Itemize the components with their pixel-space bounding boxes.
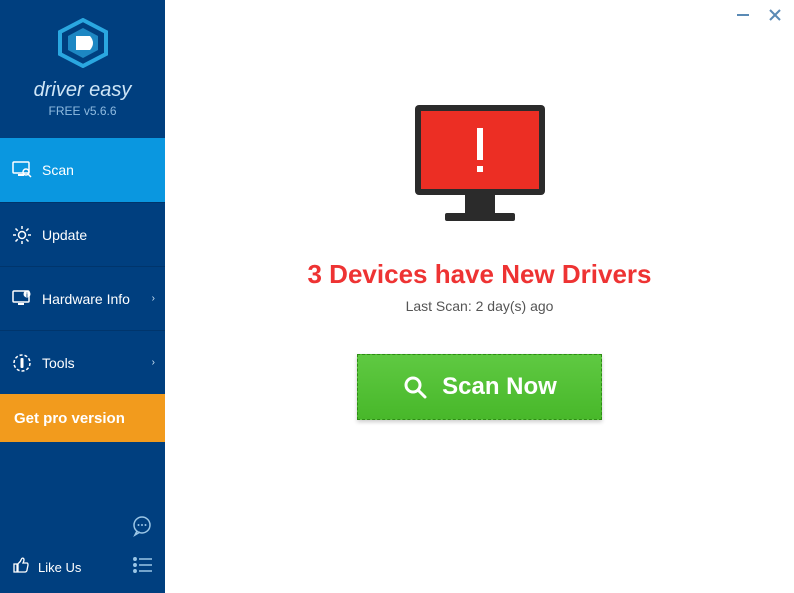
nav-label: Update bbox=[42, 227, 87, 243]
minimize-button[interactable] bbox=[734, 6, 752, 24]
content-area: 3 Devices have New Drivers Last Scan: 2 … bbox=[165, 0, 794, 420]
window-controls bbox=[734, 6, 784, 24]
pro-button-label: Get pro version bbox=[14, 410, 125, 427]
last-scan-text: Last Scan: 2 day(s) ago bbox=[406, 298, 554, 314]
brand-text: driver easy bbox=[0, 79, 165, 102]
menu-list-icon[interactable] bbox=[133, 557, 153, 578]
nav-label: Scan bbox=[42, 162, 74, 178]
logo-area: driver easy FREE v5.6.6 bbox=[0, 0, 165, 128]
nav-label: Hardware Info bbox=[42, 291, 130, 307]
sidebar-item-hardware-info[interactable]: i Hardware Info › bbox=[0, 266, 165, 330]
gear-icon bbox=[12, 225, 32, 245]
scan-result-headline: 3 Devices have New Drivers bbox=[308, 259, 652, 290]
close-button[interactable] bbox=[766, 6, 784, 24]
chevron-right-icon: › bbox=[152, 357, 155, 368]
like-us-label: Like Us bbox=[38, 560, 81, 575]
nav: Scan Update i Hardware Info › Tools › Ge… bbox=[0, 138, 165, 505]
sidebar: driver easy FREE v5.6.6 Scan Update i Ha… bbox=[0, 0, 165, 593]
sidebar-item-update[interactable]: Update bbox=[0, 202, 165, 266]
search-icon bbox=[402, 374, 428, 400]
feedback-icon[interactable] bbox=[131, 515, 153, 542]
app-logo-icon bbox=[56, 18, 110, 73]
version-text: FREE v5.6.6 bbox=[0, 104, 165, 118]
like-us-button[interactable]: Like Us bbox=[12, 556, 81, 579]
chevron-right-icon: › bbox=[152, 293, 155, 304]
get-pro-button[interactable]: Get pro version bbox=[0, 394, 165, 442]
sidebar-item-tools[interactable]: Tools › bbox=[0, 330, 165, 394]
tools-icon bbox=[12, 353, 32, 373]
thumbs-up-icon bbox=[12, 556, 30, 579]
scan-button-label: Scan Now bbox=[442, 373, 557, 401]
scan-now-button[interactable]: Scan Now bbox=[357, 354, 602, 420]
sidebar-item-scan[interactable]: Scan bbox=[0, 138, 165, 202]
alert-monitor-icon bbox=[405, 100, 555, 235]
sidebar-bottom: Like Us bbox=[0, 505, 165, 593]
monitor-info-icon: i bbox=[12, 289, 32, 309]
monitor-search-icon bbox=[12, 160, 32, 180]
nav-label: Tools bbox=[42, 355, 75, 371]
main-panel: 3 Devices have New Drivers Last Scan: 2 … bbox=[165, 0, 794, 593]
